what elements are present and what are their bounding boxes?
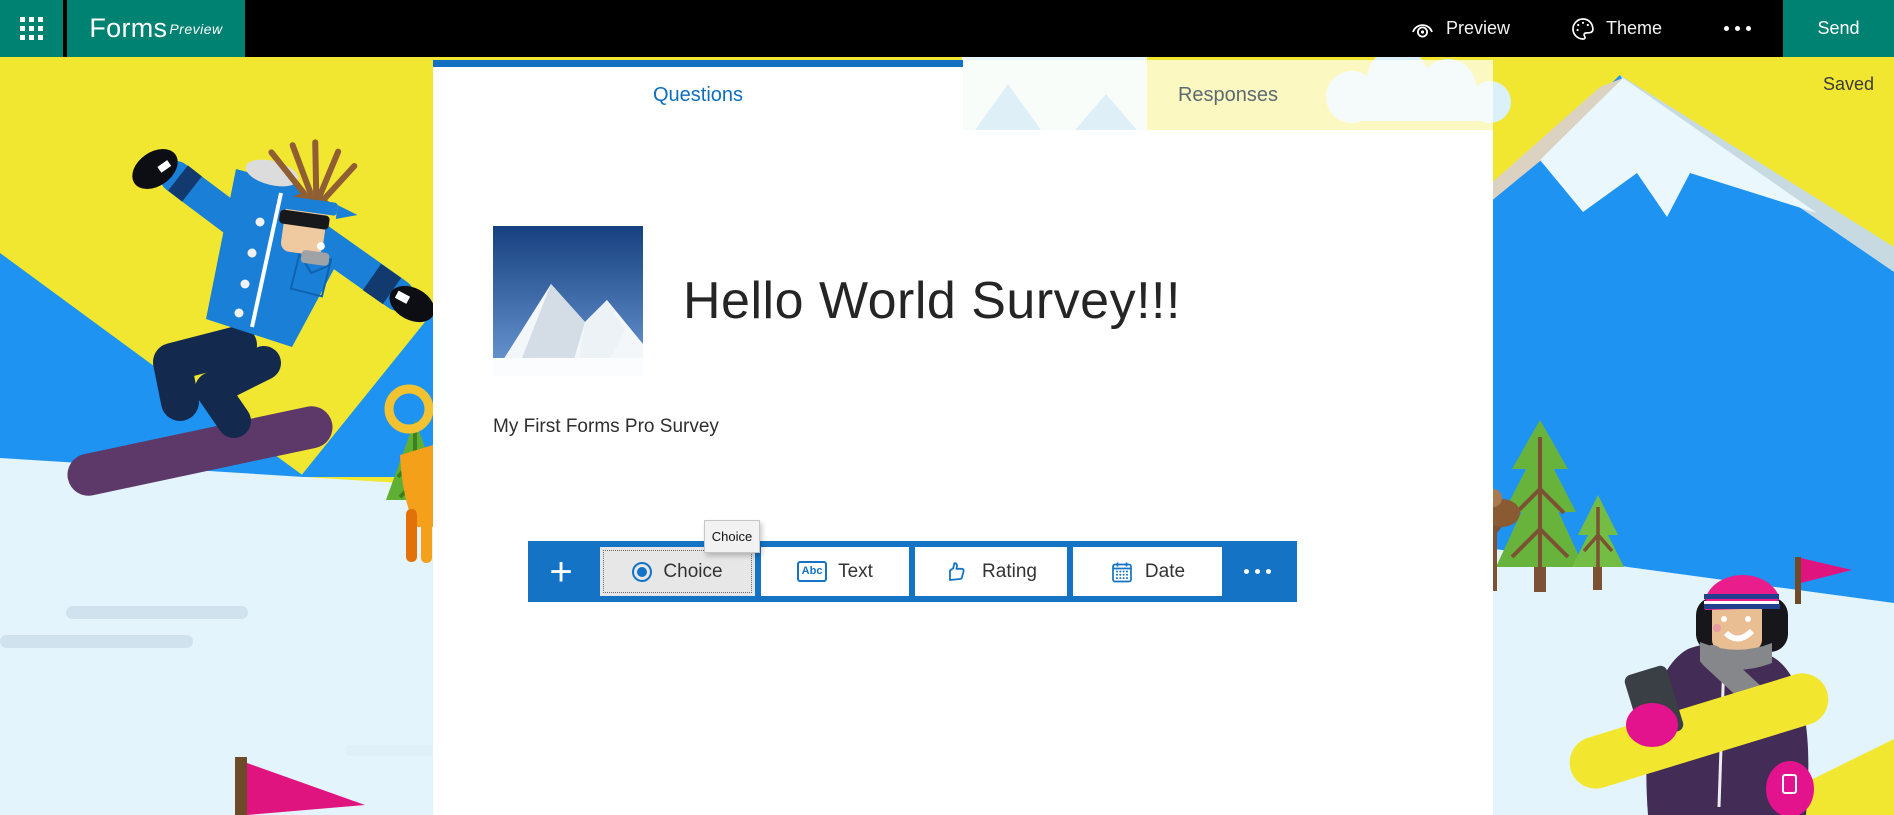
send-button-label: Send: [1817, 18, 1860, 38]
eye-icon: [1409, 17, 1436, 41]
text-question-button[interactable]: Abc Text: [761, 547, 909, 596]
theme-button-label: Theme: [1605, 18, 1662, 38]
forms-logo-text: Forms: [89, 13, 168, 43]
topbar-actions: Preview Theme Send: [1379, 0, 1894, 57]
choice-button-label: Choice: [663, 560, 723, 582]
palette-icon: [1570, 16, 1596, 42]
forms-app: Forms Preview Preview Theme Send Saved Q…: [0, 0, 1894, 815]
topbar-more-button[interactable]: [1692, 0, 1783, 57]
mountain-photo: [493, 226, 643, 376]
forms-logo[interactable]: Forms Preview: [67, 0, 245, 57]
form-title[interactable]: Hello World Survey!!!: [683, 271, 1181, 331]
theme-canvas: Saved Questions Responses Hello World Su…: [0, 57, 1894, 815]
more-question-types-button[interactable]: [1244, 569, 1271, 574]
date-button-label: Date: [1144, 560, 1186, 582]
form-description[interactable]: My First Forms Pro Survey: [493, 416, 1493, 438]
ellipsis-icon: [1724, 26, 1729, 31]
theme-button[interactable]: Theme: [1540, 0, 1692, 57]
radio-icon: [632, 561, 653, 582]
add-question-toolbar: + Choice Abc Text Rating Date: [528, 541, 1297, 602]
forms-logo-preview-sup: Preview: [169, 20, 223, 37]
send-button[interactable]: Send: [1783, 0, 1894, 57]
preview-button[interactable]: Preview: [1379, 0, 1540, 57]
tab-responses-label: Responses: [1177, 84, 1279, 106]
form-editor-card: Questions Responses Hello World Survey!!…: [433, 60, 1493, 815]
abc-icon: Abc: [797, 561, 828, 582]
app-launcher-button[interactable]: [0, 0, 63, 57]
rating-question-button[interactable]: Rating: [915, 547, 1067, 596]
preview-button-label: Preview: [1445, 18, 1510, 38]
calendar-icon: [1110, 560, 1134, 584]
form-header: Hello World Survey!!!: [493, 226, 1493, 376]
add-question-toolbar-wrap: Choice + Choice Abc Text Rating Date: [528, 520, 1297, 602]
tab-responses[interactable]: Responses: [963, 60, 1493, 130]
tab-bar: Questions Responses: [433, 60, 1493, 130]
questions-panel: Hello World Survey!!! My First Forms Pro…: [433, 130, 1493, 815]
tab-questions[interactable]: Questions: [433, 60, 963, 130]
tab-questions-label: Questions: [652, 84, 744, 106]
date-question-button[interactable]: Date: [1073, 547, 1222, 596]
thumbs-up-icon: [945, 560, 971, 584]
waffle-icon: [20, 17, 43, 40]
add-question-button[interactable]: +: [528, 543, 594, 601]
more-dots-icon: [1244, 569, 1249, 574]
top-app-bar: Forms Preview Preview Theme Send: [0, 0, 1894, 57]
choice-tooltip: Choice: [704, 520, 760, 553]
text-button-label: Text: [838, 560, 873, 582]
choice-question-button[interactable]: Choice: [600, 547, 755, 596]
rating-button-label: Rating: [982, 560, 1037, 582]
form-title-image[interactable]: [493, 226, 643, 376]
saved-status: Saved: [1822, 74, 1874, 94]
